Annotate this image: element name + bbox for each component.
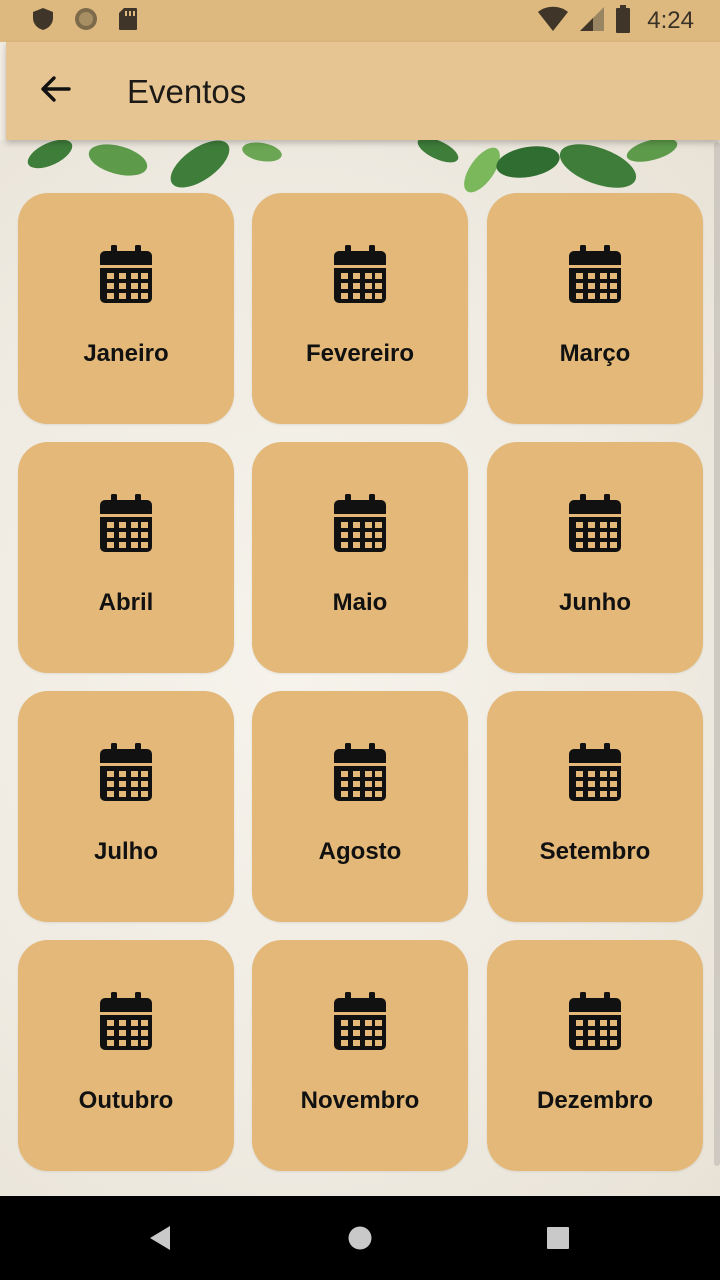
month-label: Maio bbox=[332, 589, 388, 616]
month-label: Agosto bbox=[318, 838, 402, 865]
sun-icon bbox=[74, 7, 98, 36]
calendar-icon bbox=[569, 992, 621, 1050]
month-tile-marco[interactable]: Março bbox=[487, 193, 703, 424]
nav-home-button[interactable] bbox=[340, 1220, 380, 1260]
month-tile-maio[interactable]: Maio bbox=[252, 442, 468, 673]
month-label: Julho bbox=[94, 838, 158, 865]
month-tile-agosto[interactable]: Agosto bbox=[252, 691, 468, 922]
calendar-icon bbox=[100, 245, 152, 303]
month-label: Dezembro bbox=[536, 1087, 654, 1114]
month-label: Junho bbox=[559, 589, 631, 616]
back-triangle-icon bbox=[148, 1225, 172, 1256]
calendar-icon bbox=[334, 992, 386, 1050]
wifi-icon bbox=[537, 6, 569, 37]
calendar-icon bbox=[100, 743, 152, 801]
calendar-icon bbox=[334, 245, 386, 303]
sd-card-icon bbox=[118, 7, 138, 36]
battery-icon bbox=[615, 4, 631, 38]
calendar-icon bbox=[100, 992, 152, 1050]
month-tile-janeiro[interactable]: Janeiro bbox=[18, 193, 234, 424]
month-label: Novembro bbox=[300, 1087, 420, 1114]
month-tile-abril[interactable]: Abril bbox=[18, 442, 234, 673]
calendar-icon bbox=[334, 494, 386, 552]
month-tile-outubro[interactable]: Outubro bbox=[18, 940, 234, 1171]
month-grid: Janeiro Fevereiro Março Abril Maio Junho Julho… bbox=[0, 140, 720, 1196]
calendar-icon bbox=[569, 743, 621, 801]
month-tile-junho[interactable]: Junho bbox=[487, 442, 703, 673]
page-title: Eventos bbox=[127, 73, 247, 110]
month-label: Setembro bbox=[539, 838, 651, 865]
signal-icon bbox=[579, 6, 605, 37]
shield-icon bbox=[32, 7, 54, 36]
month-tile-julho[interactable]: Julho bbox=[18, 691, 234, 922]
month-tile-setembro[interactable]: Setembro bbox=[487, 691, 703, 922]
arrow-left-icon bbox=[39, 75, 71, 108]
status-time: 4:24 bbox=[647, 7, 694, 34]
month-tile-novembro[interactable]: Novembro bbox=[252, 940, 468, 1171]
month-tile-fevereiro[interactable]: Fevereiro bbox=[252, 193, 468, 424]
nav-back-button[interactable] bbox=[140, 1220, 180, 1260]
back-button[interactable] bbox=[28, 66, 82, 116]
calendar-icon bbox=[569, 494, 621, 552]
nav-recents-button[interactable] bbox=[538, 1220, 578, 1260]
calendar-icon bbox=[569, 245, 621, 303]
app-bar: Eventos bbox=[6, 42, 720, 140]
navigation-bar bbox=[0, 1196, 720, 1280]
month-label: Outubro bbox=[78, 1087, 174, 1114]
content-area: Janeiro Fevereiro Março Abril Maio Junho Julho… bbox=[0, 140, 720, 1196]
month-label: Fevereiro bbox=[305, 340, 415, 367]
month-label: Março bbox=[559, 340, 631, 367]
status-bar: 4:24 bbox=[0, 0, 720, 42]
calendar-icon bbox=[334, 743, 386, 801]
month-label: Janeiro bbox=[83, 340, 169, 367]
recents-square-icon bbox=[546, 1226, 570, 1255]
month-tile-dezembro[interactable]: Dezembro bbox=[487, 940, 703, 1171]
home-circle-icon bbox=[347, 1225, 373, 1256]
month-label: Abril bbox=[98, 589, 154, 616]
calendar-icon bbox=[100, 494, 152, 552]
